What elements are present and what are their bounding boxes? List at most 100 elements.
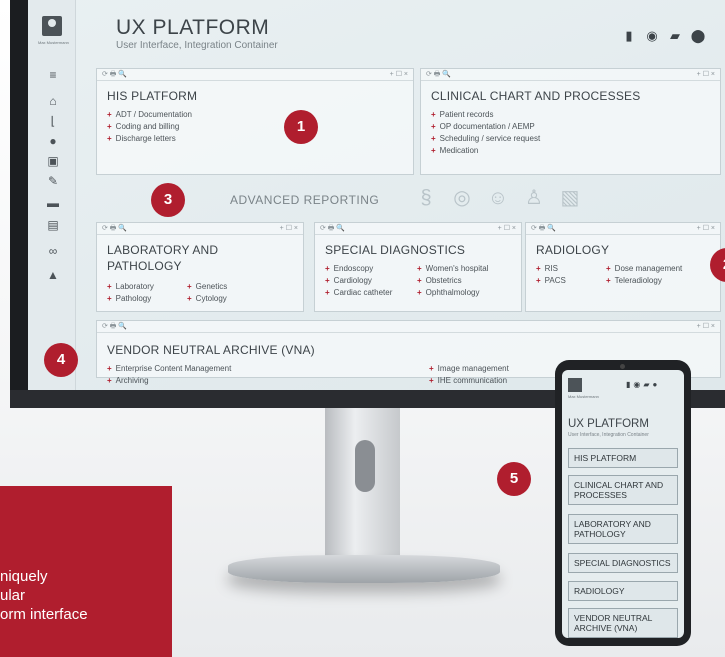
panel-window-controls[interactable]: + ☐ ×: [498, 223, 516, 235]
panel-window-controls[interactable]: + ☐ ×: [280, 223, 298, 235]
list-item[interactable]: + Teleradiology: [606, 275, 682, 287]
flask-icon[interactable]: ▲: [46, 268, 60, 282]
panel-window-controls[interactable]: + ☐ ×: [390, 69, 408, 81]
list-item[interactable]: + Archiving: [107, 375, 231, 387]
radiology-panel[interactable]: ⟳ 🖶 🔍 + ☐ × RADIOLOGY + RIS + PACS + Dose m…: [525, 222, 721, 312]
list-item[interactable]: + Cardiology: [325, 275, 392, 287]
panel-toolbar[interactable]: ⟳ 🖶 🔍 + ☐ ×: [315, 223, 521, 235]
panel-tools-left[interactable]: ⟳ 🖶 🔍: [102, 71, 127, 78]
list-item[interactable]: + RIS: [536, 263, 566, 275]
clinical-items: + Patient records + OP documentation / AEM…: [431, 109, 720, 157]
phone-his-button[interactable]: HIS PLATFORM: [568, 448, 678, 468]
list-item[interactable]: + Patient records: [431, 109, 720, 121]
clinical-panel[interactable]: ⟳ 🖶 🔍 + ☐ × CLINICAL CHART AND PROCESSES…: [420, 68, 721, 175]
page-title: UX PLATFORM: [116, 16, 270, 39]
pills-icon[interactable]: ●: [46, 134, 60, 148]
phone-lab-button[interactable]: LABORATORY AND PATHOLOGY: [568, 514, 678, 544]
head-icon[interactable]: ☺: [486, 186, 510, 210]
phone-clinical-button[interactable]: CLINICAL CHART AND PROCESSES: [568, 475, 678, 505]
list-item[interactable]: + OP documentation / AEMP: [431, 121, 720, 133]
his-panel[interactable]: ⟳ 🖶 🔍 + ☐ × HIS PLATFORM + ADT / Document…: [96, 68, 414, 175]
list-item[interactable]: + PACS: [536, 275, 566, 287]
promo-line-3: orm interface: [0, 606, 88, 623]
home-icon[interactable]: ⌂: [46, 94, 60, 108]
phone-radiology-button[interactable]: RADIOLOGY: [568, 581, 678, 601]
special-panel[interactable]: ⟳ 🖶 🔍 + ☐ × SPECIAL DIAGNOSTICS + Endosco…: [314, 222, 522, 312]
monitor-base: [228, 555, 500, 583]
phone-camera: [620, 364, 625, 369]
panel-tools-left[interactable]: ⟳ 🖶 🔍: [102, 323, 127, 330]
phone-vna-button[interactable]: VENDOR NEUTRAL ARCHIVE (VNA): [568, 608, 678, 638]
lab-icon[interactable]: ▣: [46, 154, 60, 168]
vna-col-1: + Enterprise Content Management + Archivin…: [107, 363, 231, 387]
list-item[interactable]: + Cardiac catheter: [325, 287, 392, 299]
radiation-icon[interactable]: ◉: [644, 28, 660, 44]
list-item[interactable]: + Laboratory: [107, 281, 154, 293]
bed-icon[interactable]: ▬: [46, 196, 60, 210]
promo-text: niquely ular orm interface: [0, 567, 88, 624]
phone-header-icons[interactable]: ▮◉▰●: [626, 380, 660, 389]
phone-user-label: Max Mustermann: [568, 394, 599, 399]
his-title: HIS PLATFORM: [107, 89, 198, 103]
list-item[interactable]: + ADT / Documentation: [107, 109, 413, 121]
special-title: SPECIAL DIAGNOSTICS: [325, 243, 466, 257]
intestine-icon[interactable]: §: [414, 186, 438, 210]
panel-toolbar[interactable]: ⟳ 🖶 🔍 + ☐ ×: [526, 223, 720, 235]
phone-avatar[interactable]: [568, 378, 582, 392]
user-label: Max Mustermann: [38, 40, 69, 45]
list-item[interactable]: + Enterprise Content Management: [107, 363, 231, 375]
screen: Max Mustermann ≡ ⌂ ⌊ ● ▣ ✎ ▬ ▤ ∞ ▲ UX PL…: [28, 0, 725, 390]
promo-line-1: niquely: [0, 568, 48, 585]
stand-cable-hole: [355, 440, 375, 492]
list-item[interactable]: + Dose management: [606, 263, 682, 275]
list-item[interactable]: + Medication: [431, 145, 720, 157]
list-item[interactable]: + Image management: [429, 363, 509, 375]
list-item[interactable]: + Genetics: [187, 281, 227, 293]
phone-subtitle: User Interface, Integration Container: [568, 432, 649, 438]
chart-icon[interactable]: ⌊: [46, 114, 60, 128]
chat-icon[interactable]: ▰: [667, 28, 683, 44]
binoculars-icon[interactable]: ∞: [46, 244, 60, 258]
lab-title-1: LABORATORY AND: [107, 243, 219, 257]
pen-icon[interactable]: ✎: [46, 174, 60, 188]
promo-box: niquely ular orm interface: [0, 486, 172, 657]
nx-icon[interactable]: ⬤: [690, 28, 706, 44]
panel-toolbar[interactable]: ⟳ 🖶 🔍 + ☐ ×: [97, 223, 303, 235]
phone-special-button[interactable]: SPECIAL DIAGNOSTICS: [568, 553, 678, 573]
panel-tools-left[interactable]: ⟳ 🖶 🔍: [320, 225, 345, 232]
document-icon[interactable]: ▮: [621, 28, 637, 44]
list-item[interactable]: + Discharge letters: [107, 133, 413, 145]
list-item[interactable]: + Pathology: [107, 293, 154, 305]
vna-title: VENDOR NEUTRAL ARCHIVE (VNA): [107, 343, 315, 357]
badge-5: 5: [497, 462, 531, 496]
user-avatar[interactable]: [42, 16, 62, 36]
lab-panel[interactable]: ⟳ 🖶 🔍 + ☐ × LABORATORY AND PATHOLOGY + La…: [96, 222, 304, 312]
panel-tools-left[interactable]: ⟳ 🖶 🔍: [531, 225, 556, 232]
lab-col-1: + Laboratory + Pathology: [107, 281, 154, 305]
panel-window-controls[interactable]: + ☐ ×: [697, 321, 715, 333]
list-item[interactable]: + Women's hospital: [417, 263, 488, 275]
list-item[interactable]: + Coding and billing: [107, 121, 413, 133]
list-item[interactable]: + Obstetrics: [417, 275, 488, 287]
doctor-icon[interactable]: ♙: [522, 186, 546, 210]
menu-icon[interactable]: ≡: [46, 68, 60, 82]
files-icon[interactable]: ▤: [46, 218, 60, 232]
list-item[interactable]: + Ophthalmology: [417, 287, 488, 299]
panel-toolbar[interactable]: ⟳ 🖶 🔍 + ☐ ×: [97, 69, 413, 81]
list-item[interactable]: + Endoscopy: [325, 263, 392, 275]
panel-toolbar[interactable]: ⟳ 🖶 🔍 + ☐ ×: [421, 69, 720, 81]
list-item[interactable]: + Cytology: [187, 293, 227, 305]
promo-line-2: ular: [0, 587, 26, 604]
list-item[interactable]: + Scheduling / service request: [431, 133, 720, 145]
radiology-col-2: + Dose management + Teleradiology: [606, 263, 682, 287]
list-item[interactable]: + IHE communication: [429, 375, 509, 387]
panel-window-controls[interactable]: + ☐ ×: [697, 69, 715, 81]
page-subtitle: User Interface, Integration Container: [116, 40, 278, 51]
panel-tools-left[interactable]: ⟳ 🖶 🔍: [102, 225, 127, 232]
monitor-icon[interactable]: ▧: [558, 186, 582, 210]
badge-1: 1: [284, 110, 318, 144]
scanner-icon[interactable]: ◎: [450, 186, 474, 210]
panel-tools-left[interactable]: ⟳ 🖶 🔍: [426, 71, 451, 78]
panel-toolbar[interactable]: ⟳ 🖶 🔍 + ☐ ×: [97, 321, 720, 333]
panel-window-controls[interactable]: + ☐ ×: [697, 223, 715, 235]
